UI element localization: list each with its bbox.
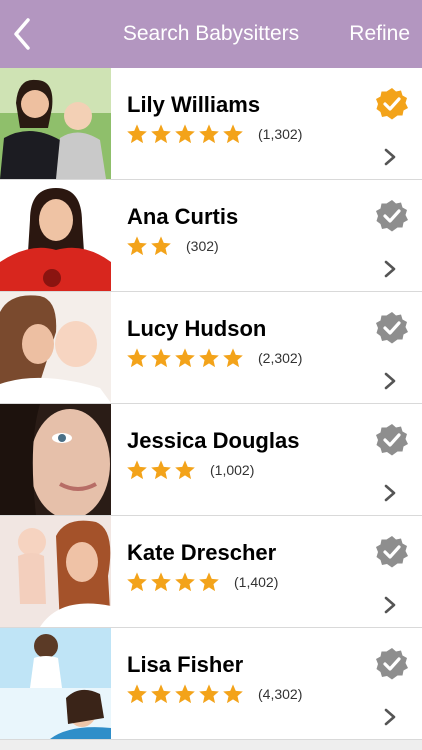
sitter-name: Jessica Douglas [127, 428, 300, 453]
star-icon [175, 124, 195, 144]
star-icon [151, 684, 171, 704]
review-count: (4,302) [258, 686, 303, 702]
nav-bar: Search Babysitters Refine [0, 0, 422, 68]
verified-check-icon [376, 536, 408, 568]
star-icon [127, 684, 147, 704]
verified-check-icon [376, 88, 408, 120]
sitter-photo [0, 516, 111, 627]
sitter-row[interactable]: Ana Curtis (302) [0, 180, 422, 292]
sitter-name: Ana Curtis [127, 204, 239, 229]
star-icon [127, 124, 147, 144]
sitter-photo [0, 292, 111, 403]
chevron-right-icon[interactable] [383, 371, 397, 391]
star-icon [151, 460, 171, 480]
verified-badge[interactable] [375, 199, 409, 233]
star-rating: (1,402) [126, 571, 278, 593]
star-icon [223, 684, 243, 704]
review-count: (302) [186, 238, 219, 254]
star-icon [223, 348, 243, 368]
verified-badge[interactable] [375, 535, 409, 569]
sitter-name: Lily Williams [127, 92, 261, 117]
star-icon [127, 460, 147, 480]
sitter-photo [0, 628, 111, 739]
star-icon [199, 348, 219, 368]
bottom-spacer [0, 740, 422, 750]
sitter-photo [0, 404, 111, 515]
verified-check-icon [376, 648, 408, 680]
star-icon [151, 236, 171, 256]
review-count: (2,302) [258, 350, 303, 366]
sitter-name: Kate Drescher [127, 540, 277, 565]
chevron-right-icon[interactable] [383, 707, 397, 727]
star-icon [175, 572, 195, 592]
star-icon [175, 460, 195, 480]
verified-check-icon [376, 424, 408, 456]
star-rating: (1,002) [126, 459, 254, 481]
refine-button[interactable]: Refine [349, 22, 410, 46]
sitter-name: Lisa Fisher [127, 652, 244, 677]
star-icon [175, 348, 195, 368]
star-icon [127, 236, 147, 256]
star-icon [199, 124, 219, 144]
review-count: (1,002) [210, 462, 255, 478]
sitter-row[interactable]: Lucy Hudson (2,302) [0, 292, 422, 404]
star-rating: (302) [126, 235, 219, 257]
star-icon [223, 124, 243, 144]
star-icon [151, 572, 171, 592]
verified-badge[interactable] [375, 423, 409, 457]
review-count: (1,402) [234, 574, 279, 590]
review-count: (1,302) [258, 126, 303, 142]
star-rating: (1,302) [126, 123, 302, 145]
verified-check-icon [376, 200, 408, 232]
chevron-right-icon[interactable] [383, 595, 397, 615]
star-icon [151, 124, 171, 144]
star-icon [127, 348, 147, 368]
sitter-row[interactable]: Kate Drescher (1,402) [0, 516, 422, 628]
chevron-right-icon[interactable] [383, 483, 397, 503]
chevron-right-icon[interactable] [383, 147, 397, 167]
verified-badge[interactable] [375, 311, 409, 345]
sitter-row[interactable]: Jessica Douglas (1,002) [0, 404, 422, 516]
sitter-row[interactable]: Lisa Fisher (4,302) [0, 628, 422, 740]
sitter-list: Lily Williams (1,302) Ana Curtis (302) L… [0, 68, 422, 740]
sitter-photo [0, 180, 111, 291]
star-icon [199, 572, 219, 592]
star-icon [199, 684, 219, 704]
star-rating: (2,302) [126, 347, 302, 369]
star-icon [175, 684, 195, 704]
sitter-name: Lucy Hudson [127, 316, 267, 341]
sitter-photo [0, 68, 111, 179]
verified-badge[interactable] [375, 87, 409, 121]
star-icon [127, 572, 147, 592]
star-rating: (4,302) [126, 683, 302, 705]
sitter-row[interactable]: Lily Williams (1,302) [0, 68, 422, 180]
chevron-right-icon[interactable] [383, 259, 397, 279]
verified-check-icon [376, 312, 408, 344]
star-icon [151, 348, 171, 368]
verified-badge[interactable] [375, 647, 409, 681]
